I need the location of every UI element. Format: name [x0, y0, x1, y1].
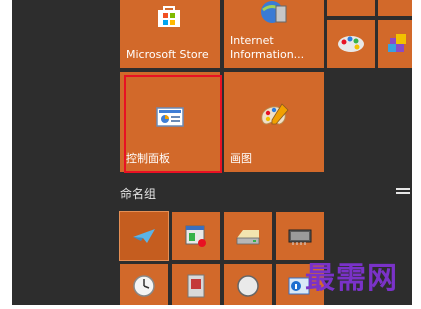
tile-small-6[interactable]	[172, 264, 220, 305]
send-icon	[133, 229, 155, 243]
group-drag-handle-icon[interactable]	[396, 188, 410, 194]
tile-paint[interactable]: 画图	[224, 72, 324, 172]
tile-small-1[interactable]	[119, 211, 169, 261]
tile-label: Internet Information...	[230, 34, 305, 61]
watermark-logo: 最需网	[305, 261, 398, 296]
tile-label: Microsoft Store	[126, 48, 209, 61]
tile-small-7[interactable]	[224, 264, 272, 305]
tile-label: 画图	[230, 152, 252, 165]
clock-icon	[133, 275, 155, 297]
drive-icon	[236, 230, 260, 245]
compass-icon	[237, 275, 259, 297]
paint-palette-icon	[261, 103, 289, 125]
tile-control-panel[interactable]: 控制面板	[120, 72, 220, 172]
tile-small-top-1[interactable]	[327, 0, 375, 16]
tools-icon	[388, 34, 406, 52]
chip-icon	[288, 229, 312, 245]
tile-small-5[interactable]	[120, 264, 168, 305]
start-menu-tiles-panel: Microsoft Store Internet Information...	[12, 0, 412, 305]
tile-internet-information[interactable]: Internet Information...	[224, 0, 324, 68]
iis-manager-icon	[261, 1, 287, 23]
tile-small-top-2[interactable]	[378, 0, 412, 16]
tile-small-2[interactable]	[172, 212, 220, 260]
tile-small-3[interactable]	[224, 212, 272, 260]
document-icon	[187, 274, 205, 298]
tile-microsoft-store[interactable]: Microsoft Store	[120, 0, 220, 68]
tile-small-paint-palette[interactable]	[327, 20, 375, 68]
group-title[interactable]: 命名组	[120, 185, 156, 202]
control-panel-icon	[156, 107, 184, 127]
tile-label: 控制面板	[126, 152, 170, 165]
store-bag-icon	[158, 6, 180, 27]
window-delete-icon	[185, 225, 206, 247]
tile-small-tools[interactable]	[378, 20, 412, 68]
palette-icon	[338, 36, 364, 52]
